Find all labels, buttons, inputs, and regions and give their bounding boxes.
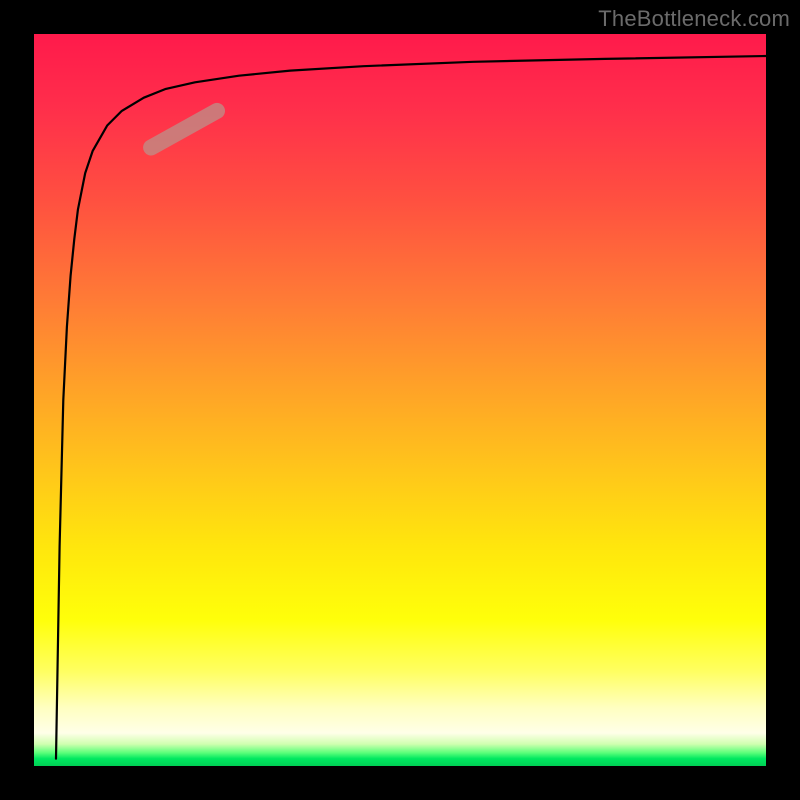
plot-area bbox=[34, 34, 766, 766]
bottleneck-curve bbox=[56, 56, 766, 759]
curve-highlight-segment bbox=[151, 111, 217, 148]
chart-stage: TheBottleneck.com bbox=[0, 0, 800, 800]
watermark-label: TheBottleneck.com bbox=[598, 6, 790, 32]
curve-layer bbox=[34, 34, 766, 766]
